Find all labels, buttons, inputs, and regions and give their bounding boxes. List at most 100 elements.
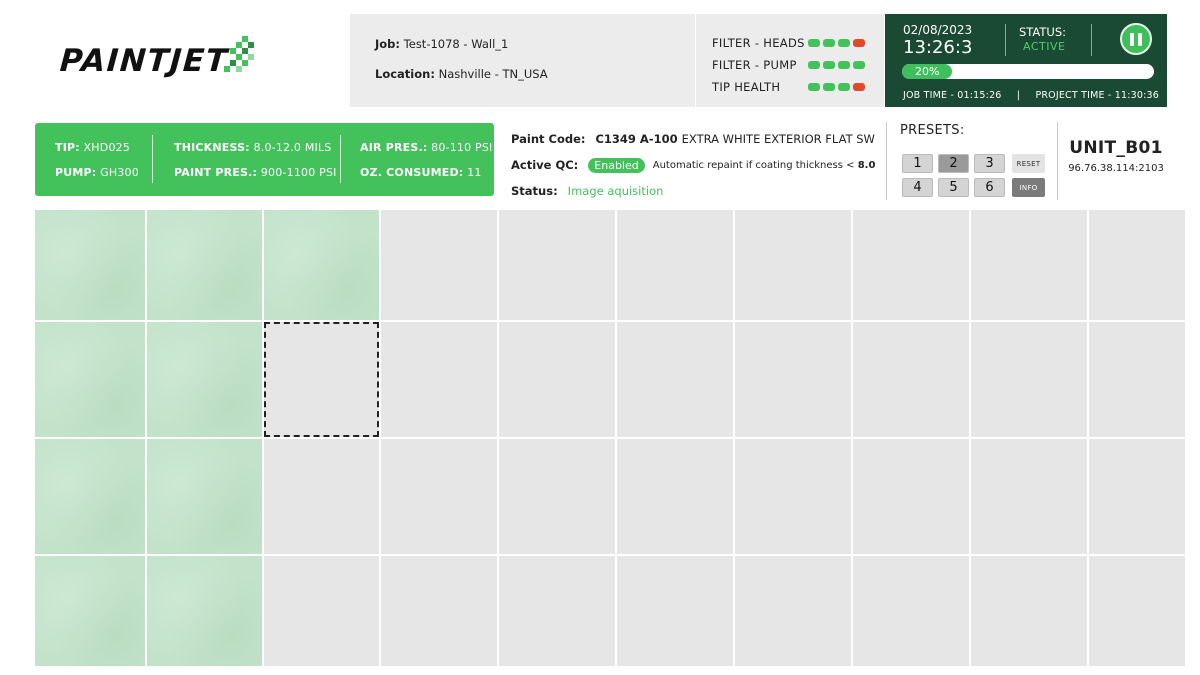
status-dot <box>808 61 820 69</box>
job-status-panel: 02/08/2023 13:26:3 STATUS: ACTIVE 20% JO… <box>885 14 1167 107</box>
job-time: JOB TIME - 01:15:26 <box>903 90 1002 101</box>
preset-reset-button[interactable]: RESET <box>1012 154 1045 173</box>
status-dot <box>838 61 850 69</box>
pause-icon <box>1128 32 1144 46</box>
wall-cell[interactable] <box>617 556 733 666</box>
status-dot <box>823 39 835 47</box>
wall-section-grid <box>35 210 1185 666</box>
paint-code-label: Paint Code: <box>511 132 586 146</box>
pump-label: PUMP: <box>55 166 97 179</box>
wall-cell[interactable] <box>147 322 262 437</box>
wall-cell[interactable] <box>381 322 497 437</box>
wall-cell[interactable] <box>499 439 615 554</box>
job-label: Job: <box>375 37 401 51</box>
divider <box>1005 24 1006 56</box>
status-dot <box>838 39 850 47</box>
wall-cell-current[interactable] <box>264 322 379 437</box>
wall-cell[interactable] <box>381 556 497 666</box>
job-value: Test-1078 - Wall_1 <box>403 37 509 51</box>
wall-cell[interactable] <box>853 210 969 320</box>
paint-pres-value: 900-1100 PSI <box>260 166 337 179</box>
wall-cell[interactable] <box>853 322 969 437</box>
wall-cell[interactable] <box>735 439 851 554</box>
thickness-label: THICKNESS: <box>174 141 250 154</box>
filter-heads-indicators <box>808 39 865 47</box>
wall-cell[interactable] <box>1089 556 1185 666</box>
tip-health-label: TIP HEALTH <box>712 80 781 94</box>
paint-code-value: C1349 A-100 <box>595 132 678 146</box>
preset-button-3[interactable]: 3 <box>974 154 1005 173</box>
location-value: Nashville - TN_USA <box>438 67 548 81</box>
filter-heads-label: FILTER - HEADS <box>712 36 805 50</box>
preset-button-1[interactable]: 1 <box>902 154 933 173</box>
wall-cell[interactable] <box>35 439 145 554</box>
wall-cell[interactable] <box>971 210 1087 320</box>
wall-cell[interactable] <box>971 556 1087 666</box>
wall-cell[interactable] <box>735 556 851 666</box>
wall-cell[interactable] <box>381 439 497 554</box>
preset-button-4[interactable]: 4 <box>902 178 933 197</box>
wall-cell[interactable] <box>617 210 733 320</box>
unit-name: UNIT_B01 <box>1069 138 1163 158</box>
status-dot <box>808 39 820 47</box>
status-label: STATUS: <box>1019 25 1067 39</box>
status-dot <box>838 83 850 91</box>
wall-cell[interactable] <box>499 210 615 320</box>
unit-panel: UNIT_B01 96.76.38.114:2103 <box>1060 138 1172 174</box>
pause-button[interactable] <box>1120 23 1152 55</box>
current-date: 02/08/2023 <box>903 23 973 37</box>
qc-enabled-toggle[interactable]: Enabled <box>588 157 645 173</box>
wall-cell[interactable] <box>971 322 1087 437</box>
wall-cell[interactable] <box>617 322 733 437</box>
job-info-panel: Job: Test-1078 - Wall_1 Location: Nashvi… <box>350 14 695 107</box>
wall-cell[interactable] <box>1089 322 1185 437</box>
wall-cell[interactable] <box>264 210 379 320</box>
wall-cell[interactable] <box>264 556 379 666</box>
wall-cell[interactable] <box>35 556 145 666</box>
job-row: Job: Test-1078 - Wall_1 <box>375 36 695 66</box>
paint-code-description: EXTRA WHITE EXTERIOR FLAT SW <box>681 132 875 146</box>
preset-button-6[interactable]: 6 <box>974 178 1005 197</box>
qc-note-text: Automatic repaint if coating thickness < <box>652 159 855 171</box>
status-value: ACTIVE <box>1023 40 1066 53</box>
preset-button-2[interactable]: 2 <box>938 154 969 173</box>
preset-button-5[interactable]: 5 <box>938 178 969 197</box>
progress-text: 20% <box>914 65 940 78</box>
wall-cell[interactable] <box>617 439 733 554</box>
status-row: Status: Image aquisition <box>511 178 881 204</box>
tip-label: TIP: <box>55 141 80 154</box>
presets-panel: PRESETS: 1 2 3 RESET 4 5 6 INFO <box>886 122 1058 200</box>
wall-cell[interactable] <box>381 210 497 320</box>
location-label: Location: <box>375 67 435 81</box>
wall-cell[interactable] <box>147 439 262 554</box>
wall-cell[interactable] <box>735 210 851 320</box>
filter-pump-indicators <box>808 61 865 69</box>
wall-cell[interactable] <box>735 322 851 437</box>
time-separator: | <box>1016 90 1021 101</box>
wall-cell[interactable] <box>499 556 615 666</box>
wall-cell[interactable] <box>35 322 145 437</box>
current-time: 13:26:3 <box>903 37 973 58</box>
checker-flag-icon <box>224 36 256 80</box>
wall-cell[interactable] <box>147 210 262 320</box>
wall-cell[interactable] <box>499 322 615 437</box>
wall-cell[interactable] <box>264 439 379 554</box>
active-qc-row: Active QC: Enabled Automatic repaint if … <box>511 152 881 178</box>
wall-cell[interactable] <box>853 556 969 666</box>
unit-ip-address: 96.76.38.114:2103 <box>1068 163 1164 174</box>
wall-cell[interactable] <box>853 439 969 554</box>
spec-column-equipment: TIP: XHD025 PUMP: GH300 <box>55 141 139 191</box>
wall-cell[interactable] <box>1089 210 1185 320</box>
status-dot <box>853 83 865 91</box>
wall-cell[interactable] <box>147 556 262 666</box>
wall-cell[interactable] <box>1089 439 1185 554</box>
status-dot <box>853 39 865 47</box>
tip-value: XHD025 <box>83 141 131 154</box>
paint-pres-label: PAINT PRES.: <box>174 166 258 179</box>
status-value: Image aquisition <box>567 184 664 198</box>
preset-info-button[interactable]: INFO <box>1012 178 1045 197</box>
wall-cell[interactable] <box>35 210 145 320</box>
pump-value: GH300 <box>100 166 139 179</box>
wall-cell[interactable] <box>971 439 1087 554</box>
project-time: PROJECT TIME - 11:30:36 <box>1035 90 1160 101</box>
